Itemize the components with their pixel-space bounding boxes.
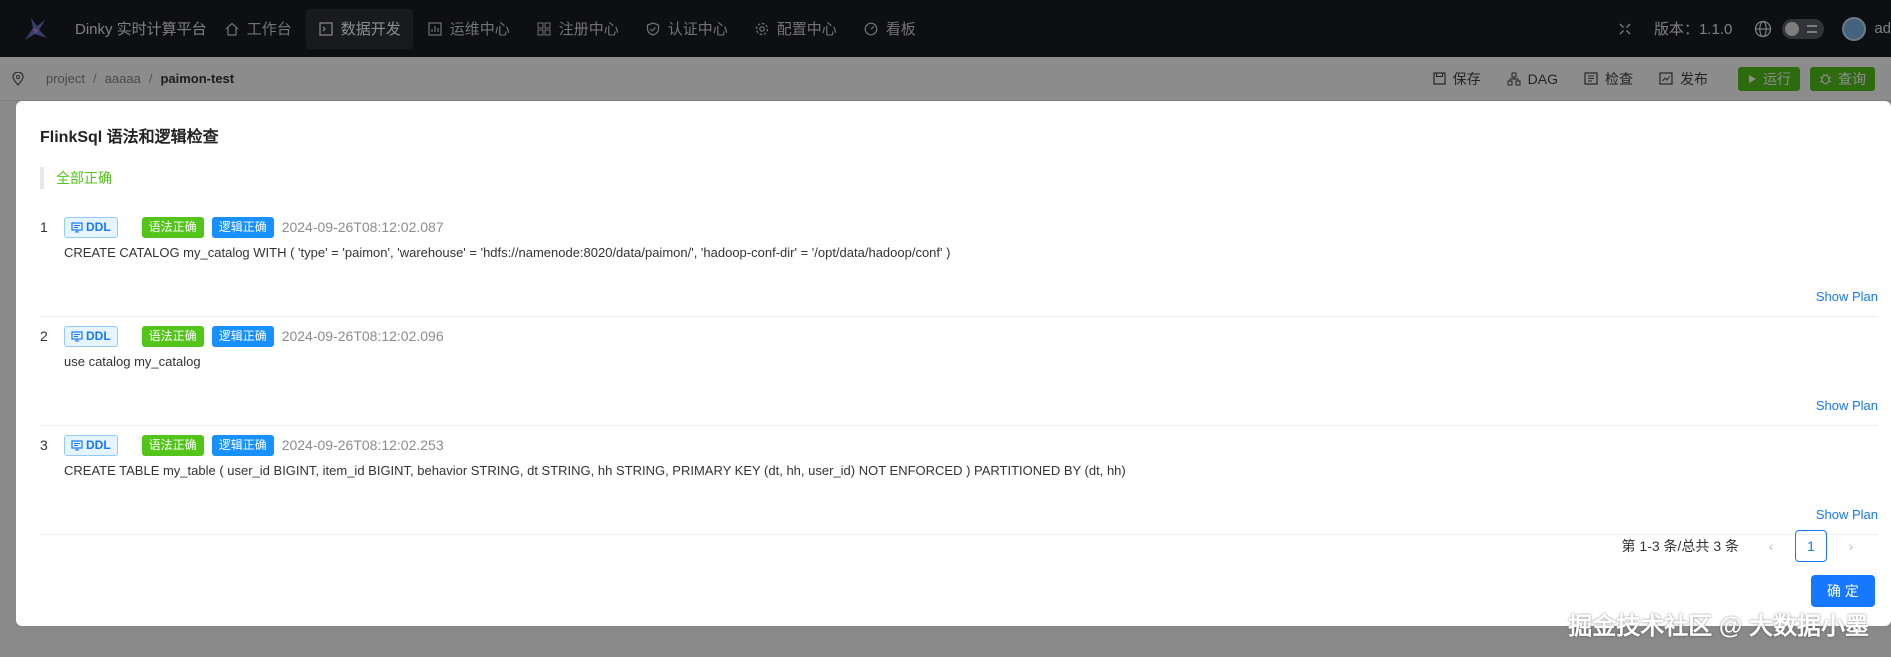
logic-ok-tag: 逻辑正确 bbox=[211, 325, 274, 347]
show-plan-link[interactable]: Show Plan bbox=[1816, 289, 1878, 304]
monitor-icon bbox=[71, 439, 83, 451]
item-header: 1 DDL 语法正确 逻辑正确 2024-09-26T08:12:02.087 bbox=[40, 216, 444, 238]
show-plan-link[interactable]: Show Plan bbox=[1816, 398, 1878, 413]
ddl-tag: DDL bbox=[64, 216, 118, 238]
list-item: 3 DDL 语法正确 逻辑正确 2024-09-26T08:12:02.253 … bbox=[40, 426, 1878, 535]
timestamp: 2024-09-26T08:12:02.096 bbox=[281, 328, 444, 344]
confirm-button[interactable]: 确 定 bbox=[1811, 575, 1875, 607]
page-number[interactable]: 1 bbox=[1795, 530, 1827, 562]
item-index: 3 bbox=[40, 437, 48, 453]
ddl-tag-label: DDL bbox=[86, 438, 111, 452]
logic-ok-tag: 逻辑正确 bbox=[211, 216, 274, 238]
monitor-icon bbox=[71, 221, 83, 233]
item-header: 3 DDL 语法正确 逻辑正确 2024-09-26T08:12:02.253 bbox=[40, 434, 444, 456]
watermark: 掘金技术社区 @ 大数据小墨 bbox=[1568, 613, 1869, 640]
timestamp: 2024-09-26T08:12:02.087 bbox=[281, 219, 444, 235]
item-index: 2 bbox=[40, 328, 48, 344]
check-status: 全部正确 bbox=[40, 167, 112, 189]
list-item: 1 DDL 语法正确 逻辑正确 2024-09-26T08:12:02.087 … bbox=[40, 208, 1878, 317]
modal-title: FlinkSql 语法和逻辑检查 bbox=[40, 129, 219, 146]
timestamp: 2024-09-26T08:12:02.253 bbox=[281, 437, 444, 453]
sql-statement: use catalog my_catalog bbox=[64, 354, 201, 369]
ddl-tag: DDL bbox=[64, 325, 118, 347]
monitor-icon bbox=[71, 330, 83, 342]
logic-ok-tag: 逻辑正确 bbox=[211, 434, 274, 456]
sql-statement: CREATE CATALOG my_catalog WITH ( 'type' … bbox=[64, 245, 951, 260]
pagination-total: 第 1-3 条/总共 3 条 bbox=[1621, 538, 1739, 554]
ddl-tag-label: DDL bbox=[86, 329, 111, 343]
item-header: 2 DDL 语法正确 逻辑正确 2024-09-26T08:12:02.096 bbox=[40, 325, 444, 347]
sql-check-modal: FlinkSql 语法和逻辑检查 全部正确 1 DDL 语法正确 逻辑正确 20… bbox=[16, 101, 1891, 626]
syntax-ok-tag: 语法正确 bbox=[141, 434, 204, 456]
check-result-list: 1 DDL 语法正确 逻辑正确 2024-09-26T08:12:02.087 … bbox=[40, 208, 1878, 535]
next-page-button[interactable]: › bbox=[1835, 538, 1867, 554]
pagination: 第 1-3 条/总共 3 条 ‹ 1 › bbox=[1622, 530, 1867, 562]
syntax-ok-tag: 语法正确 bbox=[141, 325, 204, 347]
ddl-tag: DDL bbox=[64, 434, 118, 456]
prev-page-button[interactable]: ‹ bbox=[1755, 538, 1787, 554]
list-item: 2 DDL 语法正确 逻辑正确 2024-09-26T08:12:02.096 … bbox=[40, 317, 1878, 426]
syntax-ok-tag: 语法正确 bbox=[141, 216, 204, 238]
ddl-tag-label: DDL bbox=[86, 220, 111, 234]
item-index: 1 bbox=[40, 219, 48, 235]
sql-statement: CREATE TABLE my_table ( user_id BIGINT, … bbox=[64, 463, 1126, 478]
show-plan-link[interactable]: Show Plan bbox=[1816, 507, 1878, 522]
